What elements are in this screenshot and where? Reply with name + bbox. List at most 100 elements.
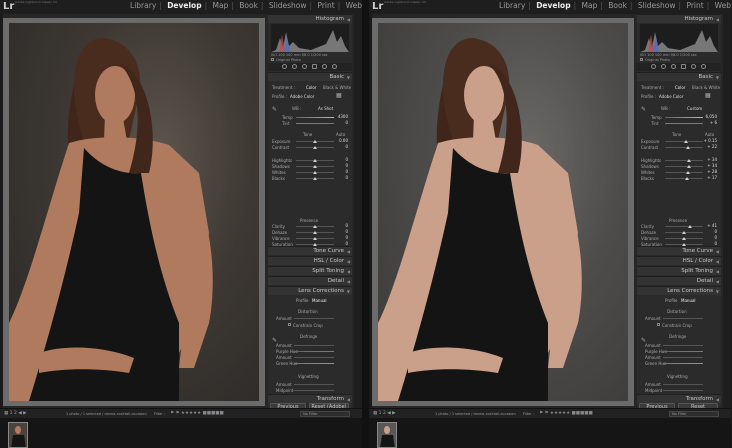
photo-view[interactable]	[372, 18, 634, 406]
red-eye-icon[interactable]	[302, 64, 307, 69]
exposure-value[interactable]: 0.00	[334, 138, 348, 143]
vibrance-value[interactable]: 0	[334, 235, 348, 240]
tint-value[interactable]: 0	[334, 120, 348, 125]
shadows-value[interactable]: 0	[334, 163, 348, 168]
exposure-knob[interactable]	[313, 140, 317, 143]
treatment-bw[interactable]: Black & White	[323, 85, 351, 90]
wb-select[interactable]: As Shot	[318, 106, 333, 111]
profile-browser-icon[interactable]: ▦	[336, 92, 342, 99]
lens-corrections-header[interactable]: Lens Corrections ▼	[268, 286, 352, 295]
tone-curve-header[interactable]: Tone Curve ◀	[637, 246, 721, 255]
temp-value[interactable]: 4300	[334, 114, 348, 119]
temp-track[interactable]	[296, 117, 334, 118]
module-print[interactable]: Print	[317, 1, 334, 10]
histogram-header[interactable]: Histogram ◀	[268, 14, 352, 23]
filmstrip-source[interactable]: 1 photo / 1 selected / donna-cocktail-oc…	[435, 412, 516, 416]
lc-tab-manual[interactable]: Manual	[312, 298, 327, 303]
photo-view[interactable]	[3, 18, 265, 406]
radial-filter-icon[interactable]	[322, 64, 327, 69]
shadows-value[interactable]: + 34	[703, 163, 717, 168]
spot-removal-icon[interactable]	[661, 64, 666, 69]
auto-button[interactable]: Auto	[336, 132, 345, 137]
basic-header[interactable]: Basic ▼	[268, 72, 352, 81]
highlights-value[interactable]: + 34	[703, 157, 717, 162]
highlights-knob[interactable]	[686, 159, 691, 162]
treatment-color[interactable]: Color	[306, 85, 316, 90]
whites-knob[interactable]	[685, 171, 690, 174]
eyedropper-icon[interactable]: ✎	[641, 106, 646, 113]
treatment-bw[interactable]: Black & White	[692, 85, 720, 90]
purple-hue-track[interactable]	[663, 351, 703, 352]
green-amount-track[interactable]	[294, 357, 334, 358]
vibrance-value[interactable]: 0	[703, 235, 717, 240]
highlights-knob[interactable]	[313, 159, 317, 162]
filmstrip-thumbnail[interactable]	[377, 422, 397, 448]
purple-hue-track[interactable]	[294, 351, 334, 352]
module-library[interactable]: Library	[499, 1, 525, 10]
whites-slider[interactable]	[665, 172, 703, 173]
highlights-value[interactable]: 0	[334, 157, 348, 162]
lc-tab-profile[interactable]: Profile	[296, 298, 308, 303]
lens-corrections-header[interactable]: Lens Corrections ▼	[637, 286, 721, 295]
whites-value[interactable]: 0	[334, 169, 348, 174]
right-panel-collapse[interactable]	[723, 14, 731, 408]
module-slideshow[interactable]: Slideshow	[638, 1, 676, 10]
vignette-midpoint-track[interactable]	[663, 390, 703, 391]
temp-track[interactable]	[665, 117, 703, 118]
flag-filter-icons[interactable]: ⚑ ⚑ ★★★★★ ■■■■■	[170, 411, 224, 416]
module-develop[interactable]: Develop	[536, 1, 570, 10]
green-hue-track[interactable]	[663, 363, 703, 364]
blacks-knob[interactable]	[313, 177, 317, 180]
graduated-filter-icon[interactable]	[681, 64, 686, 69]
lc-tab-profile[interactable]: Profile	[665, 298, 677, 303]
vignette-amount-track[interactable]	[294, 384, 334, 385]
shadows-knob[interactable]	[313, 165, 317, 168]
auto-button[interactable]: Auto	[705, 132, 714, 137]
exposure-knob[interactable]	[683, 140, 688, 143]
clarity-knob[interactable]	[313, 225, 317, 228]
tint-track[interactable]	[665, 123, 703, 124]
exposure-value[interactable]: + 0.15	[703, 138, 717, 143]
blacks-slider[interactable]	[665, 178, 703, 179]
filmstrip-thumbnail[interactable]	[8, 422, 28, 448]
graduated-filter-icon[interactable]	[312, 64, 317, 69]
clarity-value[interactable]: 0	[334, 223, 348, 228]
purple-amount-track[interactable]	[294, 345, 334, 346]
contrast-value[interactable]: + 22	[703, 144, 717, 149]
grid-icon[interactable]: ▦ 1 2 ◀ ▶	[4, 411, 27, 416]
hsl-header[interactable]: HSL / Color ◀	[268, 256, 352, 265]
tint-track[interactable]	[296, 123, 334, 124]
blacks-value[interactable]: 0	[334, 175, 348, 180]
module-library[interactable]: Library	[130, 1, 156, 10]
vignette-midpoint-track[interactable]	[294, 390, 334, 391]
blacks-knob[interactable]	[685, 177, 690, 180]
module-develop[interactable]: Develop	[167, 1, 201, 10]
filmstrip-source[interactable]: 1 photo / 1 selected / donna-cocktail-oc…	[66, 412, 147, 416]
original-photo-checkbox[interactable]	[640, 58, 643, 61]
vibrance-knob[interactable]	[682, 237, 686, 240]
dehaze-value[interactable]: 0	[334, 229, 348, 234]
tint-value[interactable]: + 6	[703, 120, 717, 125]
shadows-knob[interactable]	[686, 165, 691, 168]
vignette-amount-track[interactable]	[663, 384, 703, 385]
hsl-header[interactable]: HSL / Color ◀	[637, 256, 721, 265]
profile-browser-icon[interactable]: ▦	[705, 92, 711, 99]
eyedropper-icon[interactable]: ✎	[272, 106, 277, 113]
module-map[interactable]: Map	[213, 1, 229, 10]
clarity-value[interactable]: + 41	[703, 223, 717, 228]
whites-knob[interactable]	[313, 171, 317, 174]
adjustment-brush-icon[interactable]	[701, 64, 706, 69]
lc-tab-manual[interactable]: Manual	[681, 298, 696, 303]
spot-removal-icon[interactable]	[292, 64, 297, 69]
module-web[interactable]: Web	[715, 1, 731, 10]
constrain-crop-checkbox[interactable]	[288, 323, 291, 326]
distortion-amount-track[interactable]	[663, 318, 703, 319]
temp-value[interactable]: 6,050	[703, 114, 717, 119]
green-hue-track[interactable]	[294, 363, 334, 364]
red-eye-icon[interactable]	[671, 64, 676, 69]
transform-header[interactable]: Transform ◀	[637, 394, 721, 403]
contrast-knob[interactable]	[313, 146, 317, 149]
tone-curve-header[interactable]: Tone Curve ◀	[268, 246, 352, 255]
constrain-crop-checkbox[interactable]	[657, 323, 660, 326]
module-print[interactable]: Print	[686, 1, 703, 10]
